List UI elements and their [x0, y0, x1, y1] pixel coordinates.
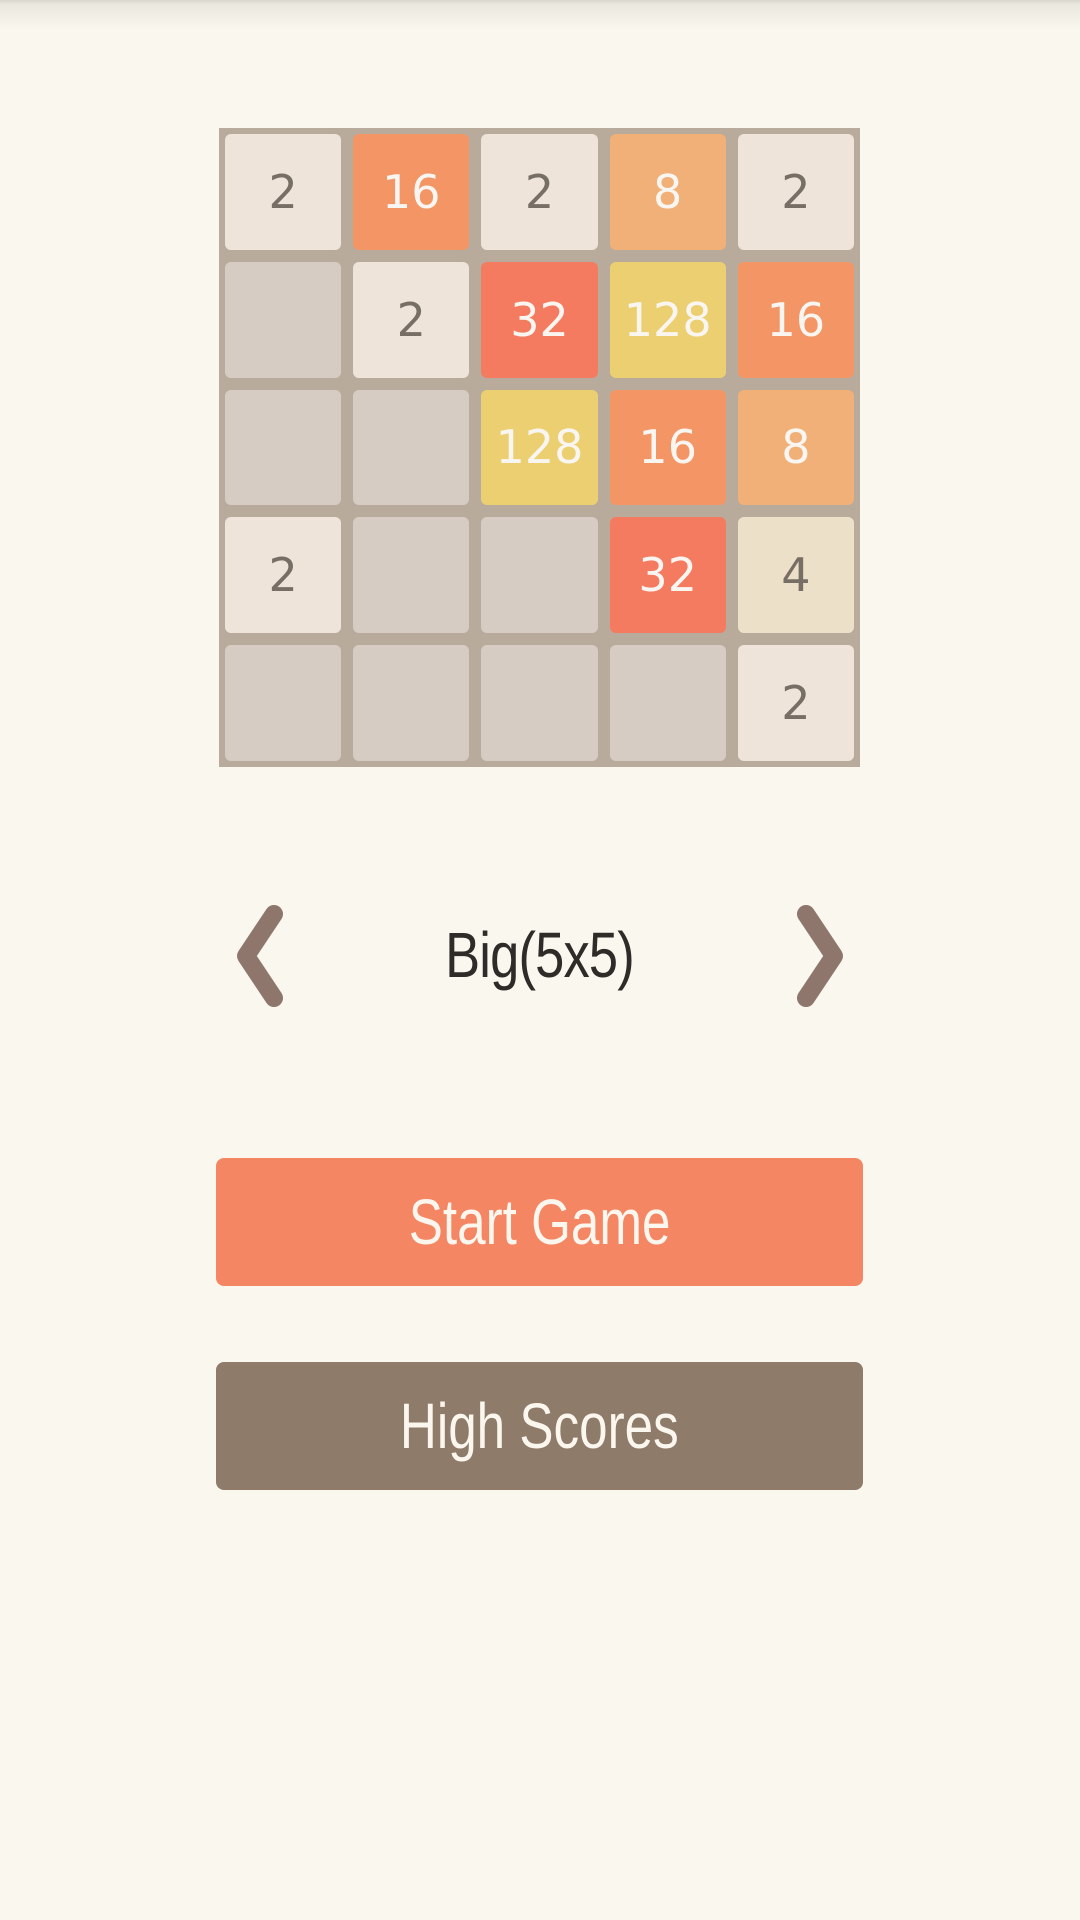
high-scores-label: High Scores — [400, 1390, 679, 1462]
empty-cell — [353, 517, 470, 634]
empty-cell — [225, 261, 342, 378]
start-game-button[interactable]: Start Game — [216, 1158, 863, 1286]
tile-128: 128 — [609, 261, 726, 378]
tile-16: 16 — [737, 261, 854, 378]
tile-32: 32 — [609, 517, 726, 634]
tile-16: 16 — [353, 134, 470, 250]
tile-2: 2 — [225, 134, 342, 250]
tile-32: 32 — [481, 261, 598, 378]
empty-cell — [481, 517, 598, 634]
start-game-label: Start Game — [408, 1186, 671, 1258]
tile-2: 2 — [481, 134, 598, 250]
empty-cell — [481, 645, 598, 761]
tile-2: 2 — [225, 517, 342, 634]
tile-128: 128 — [481, 389, 598, 506]
tile-4: 4 — [737, 517, 854, 634]
next-mode-button[interactable] — [788, 904, 848, 1008]
tile-8: 8 — [609, 134, 726, 250]
empty-cell — [353, 389, 470, 506]
board-size-selector: Big(5x5) — [216, 890, 863, 1030]
tile-2: 2 — [737, 645, 854, 761]
tile-16: 16 — [609, 389, 726, 506]
empty-cell — [609, 645, 726, 761]
chevron-right-icon — [797, 905, 843, 1007]
empty-cell — [225, 645, 342, 761]
status-bar-shadow — [0, 0, 1080, 30]
empty-cell — [225, 389, 342, 506]
empty-cell — [353, 645, 470, 761]
tile-8: 8 — [737, 389, 854, 506]
tile-2: 2 — [353, 261, 470, 378]
tile-2: 2 — [737, 134, 854, 250]
high-scores-button[interactable]: High Scores — [216, 1362, 863, 1490]
game-board-preview: 2 16 2 8 2 2 32 128 16 128 16 8 2 32 4 2 — [219, 128, 860, 767]
board-size-label: Big(5x5) — [445, 919, 635, 991]
